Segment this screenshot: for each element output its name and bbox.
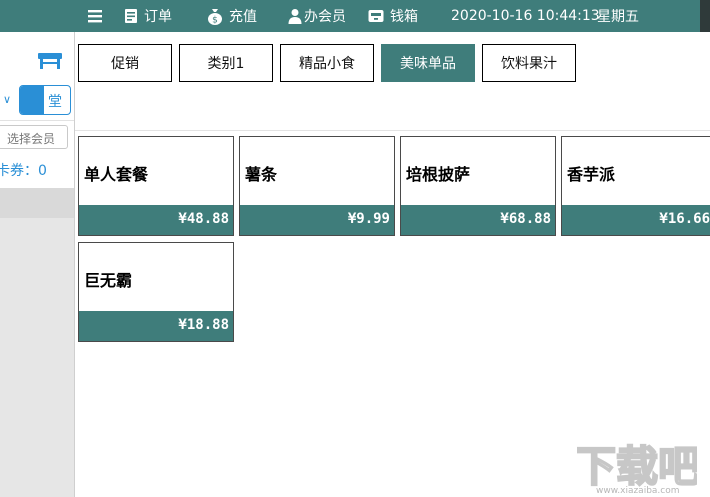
window-corner <box>700 0 710 32</box>
left-panel: ∨ 堂 选择会员 卡券：0 <box>0 32 75 497</box>
orders-label: 订单 <box>144 9 172 25</box>
product-name: 薯条 <box>245 165 278 184</box>
product-card[interactable]: 单人套餐 ¥48.88 <box>78 136 234 236</box>
product-card[interactable]: 培根披萨 ¥68.88 <box>400 136 556 236</box>
coupon-count: 卡券：0 <box>0 163 47 179</box>
category-tab[interactable]: 类别1 <box>179 44 273 82</box>
orders-button[interactable]: 订单 <box>124 0 172 32</box>
product-card[interactable]: 薯条 ¥9.99 <box>239 136 395 236</box>
product-name: 单人套餐 <box>84 165 149 184</box>
member-button[interactable]: 办会员 <box>288 0 346 32</box>
product-name: 巨无霸 <box>84 271 133 290</box>
watermark-url: www.xiazaiba.com <box>596 486 680 496</box>
category-tab[interactable]: 精品小食 <box>280 44 374 82</box>
person-icon <box>288 9 302 24</box>
cashbox-label: 钱箱 <box>390 9 418 25</box>
svg-text:下载吧: 下载吧 <box>577 442 697 491</box>
product-price: ¥68.88 <box>401 205 555 235</box>
product-price: ¥18.88 <box>79 311 233 341</box>
datetime: 2020-10-16 10:44:13 <box>451 8 600 24</box>
product-price: ¥9.99 <box>240 205 394 235</box>
orders-icon <box>125 9 137 23</box>
left-panel-band <box>0 188 74 218</box>
divider <box>0 120 74 121</box>
menu-icon <box>88 10 102 23</box>
chevron-down-icon[interactable]: ∨ <box>3 93 11 106</box>
product-card[interactable]: 香芋派 ¥16.66 <box>561 136 710 236</box>
svg-text:$: $ <box>212 15 218 25</box>
recharge-button[interactable]: $ 充值 <box>207 0 257 32</box>
product-name: 香芋派 <box>567 165 616 184</box>
category-tab-active[interactable]: 美味单品 <box>381 44 475 82</box>
cashbox-icon <box>368 10 384 22</box>
toggle-knob <box>20 86 44 114</box>
weekday: 星期五 <box>597 9 639 25</box>
left-panel-header: ∨ 堂 选择会员 卡券：0 <box>0 32 74 188</box>
money-bag-icon: $ <box>208 8 222 25</box>
category-tab[interactable]: 饮料果汁 <box>482 44 576 82</box>
dine-mode-toggle[interactable]: 堂 <box>19 85 71 115</box>
product-name: 培根披萨 <box>406 165 471 184</box>
tab-area-divider <box>75 130 710 131</box>
member-select-input[interactable]: 选择会员 <box>0 125 68 149</box>
toggle-label: 堂 <box>48 94 62 110</box>
product-card[interactable]: 巨无霸 ¥18.88 <box>78 242 234 342</box>
category-tab[interactable]: 促销 <box>78 44 172 82</box>
recharge-label: 充值 <box>229 9 257 25</box>
menu-button[interactable] <box>88 0 108 32</box>
top-bar: 订单 $ 充值 办会员 钱箱 2020-10-16 10:44:13 星期五 <box>0 0 710 32</box>
cashbox-button[interactable]: 钱箱 <box>368 0 418 32</box>
member-label: 办会员 <box>304 9 346 25</box>
product-price: ¥16.66 <box>562 205 710 235</box>
watermark-logo: 下载吧 <box>577 441 697 492</box>
product-price: ¥48.88 <box>79 205 233 235</box>
table-icon[interactable] <box>37 52 63 70</box>
